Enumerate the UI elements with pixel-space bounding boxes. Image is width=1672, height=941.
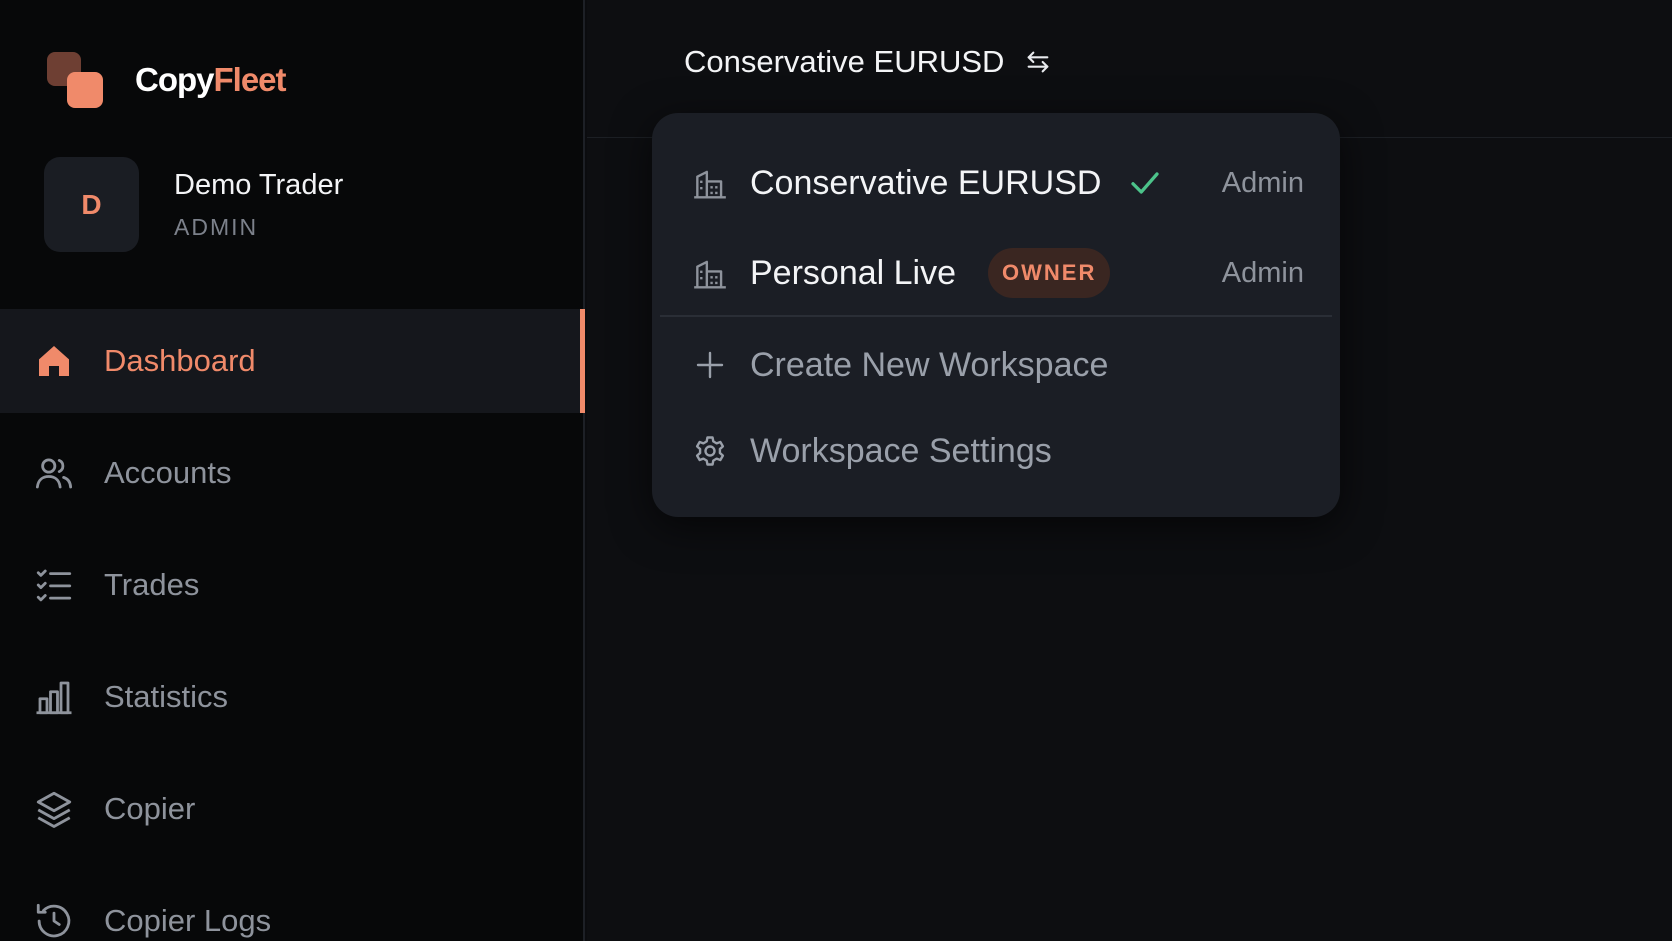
bar-chart-icon <box>32 675 76 719</box>
profile-info: Demo Trader ADMIN <box>174 169 343 241</box>
plus-icon <box>690 345 730 385</box>
user-role: ADMIN <box>174 213 259 240</box>
brand-name: CopyFleet <box>135 61 287 99</box>
workspace-settings-label: Workspace Settings <box>750 431 1052 470</box>
sidebar-item-label: Copier Logs <box>104 903 272 938</box>
sidebar-item-label: Accounts <box>104 455 232 490</box>
brand-logo[interactable]: CopyFleet <box>47 52 287 108</box>
home-icon <box>32 339 76 383</box>
sidebar-item-accounts[interactable]: Accounts <box>0 421 585 525</box>
workspace-settings-button[interactable]: Workspace Settings <box>690 421 1304 481</box>
workspace-role: Admin <box>1221 166 1304 199</box>
sidebar-item-copier[interactable]: Copier <box>0 757 585 861</box>
gear-icon <box>690 431 730 471</box>
owner-badge: OWNER <box>988 248 1111 298</box>
user-profile[interactable]: D Demo Trader ADMIN <box>44 157 343 252</box>
menu-divider <box>660 315 1332 317</box>
check-icon <box>1127 165 1163 201</box>
app-root: CopyFleet D Demo Trader ADMIN Dashboard <box>0 0 1672 941</box>
sidebar-nav: Dashboard Accounts Trades Statistics Cop… <box>0 309 585 941</box>
logo-mark-icon <box>47 52 105 108</box>
workspace-dropdown: Conservative EURUSD Admin Personal Live … <box>652 113 1340 517</box>
workspace-option-name: Conservative EURUSD <box>750 163 1102 202</box>
create-workspace-label: Create New Workspace <box>750 345 1109 384</box>
sidebar-item-trades[interactable]: Trades <box>0 533 585 637</box>
workspace-role: Admin <box>1221 256 1304 289</box>
sidebar: CopyFleet D Demo Trader ADMIN Dashboard <box>0 0 585 941</box>
users-icon <box>32 451 76 495</box>
sidebar-item-label: Trades <box>104 567 200 602</box>
workspace-switcher[interactable]: Conservative EURUSD <box>684 44 1052 80</box>
history-icon <box>32 899 76 941</box>
workspace-option-conservative-eurusd[interactable]: Conservative EURUSD Admin <box>690 153 1304 213</box>
brand-name-part1: Copy <box>135 61 214 98</box>
checklist-icon <box>32 563 76 607</box>
building-icon <box>690 253 730 293</box>
sidebar-item-dashboard[interactable]: Dashboard <box>0 309 585 413</box>
sidebar-item-label: Copier <box>104 791 196 826</box>
workspace-option-personal-live[interactable]: Personal Live OWNER Admin <box>690 243 1304 303</box>
swap-arrows-icon <box>1024 48 1052 76</box>
building-icon <box>690 163 730 203</box>
layers-icon <box>32 787 76 831</box>
user-name: Demo Trader <box>174 168 344 201</box>
sidebar-item-statistics[interactable]: Statistics <box>0 645 585 749</box>
current-workspace-name: Conservative EURUSD <box>684 44 1005 79</box>
brand-name-part2: Fleet <box>213 61 287 98</box>
sidebar-item-label: Dashboard <box>104 343 256 378</box>
create-workspace-button[interactable]: Create New Workspace <box>690 335 1304 395</box>
avatar: D <box>44 157 139 252</box>
sidebar-item-copier-logs[interactable]: Copier Logs <box>0 869 585 941</box>
workspace-option-name: Personal Live <box>750 253 957 292</box>
sidebar-item-label: Statistics <box>104 679 229 714</box>
